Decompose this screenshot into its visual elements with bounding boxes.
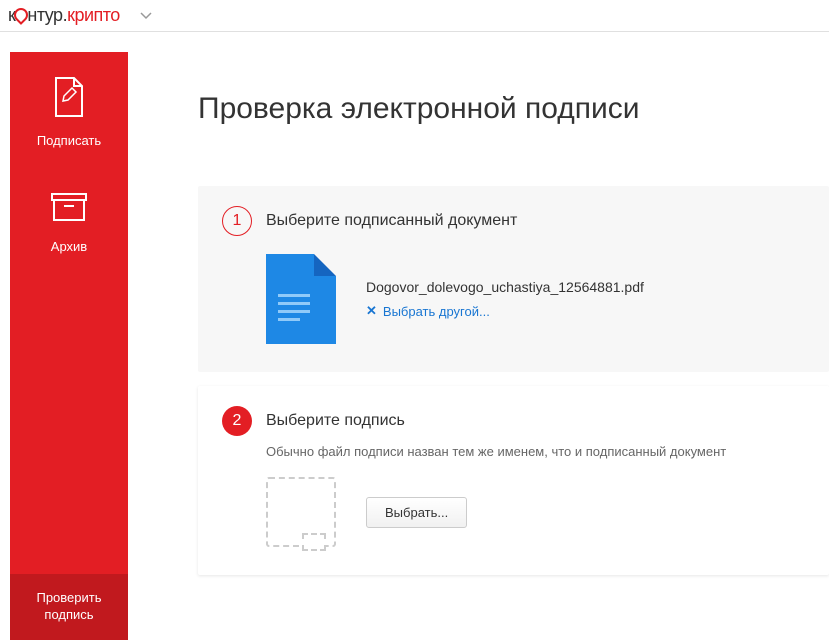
sidebar: Подписать Архив Проверить подпись (10, 52, 128, 640)
sidebar-spacer (10, 272, 128, 574)
sidebar-item-archive[interactable]: Архив (10, 166, 128, 272)
document-icon (266, 254, 336, 344)
step-1-number: 1 (222, 206, 252, 236)
main-content: Проверка электронной подписи 1 Выберите … (128, 52, 829, 640)
choose-another-label: Выбрать другой... (383, 304, 490, 319)
logo: кнтур.крипто (8, 5, 120, 26)
logo-text-3: крипто (67, 5, 120, 25)
sidebar-item-label: Архив (51, 239, 87, 256)
sidebar-item-verify[interactable]: Проверить подпись (10, 574, 128, 640)
step-1-card: 1 Выберите подписанный документ Dogovor_… (198, 186, 829, 372)
file-name: Dogovor_dolevogo_uchastiya_12564881.pdf (366, 279, 644, 295)
upload-inner-icon (302, 533, 326, 551)
page-title: Проверка электронной подписи (198, 92, 829, 126)
container: Подписать Архив Проверить подпись Провер… (0, 52, 829, 640)
sidebar-item-sign[interactable]: Подписать (10, 52, 128, 166)
upload-row: Выбрать... (266, 477, 805, 547)
archive-icon (50, 190, 88, 229)
step-2-header: 2 Выберите подпись (222, 406, 805, 436)
step-2-card: 2 Выберите подпись Обычно файл подписи н… (198, 386, 829, 575)
step-2-subtitle: Обычно файл подписи назван тем же именем… (266, 444, 805, 459)
step-2-title: Выберите подпись (266, 412, 405, 430)
header: кнтур.крипто (0, 0, 829, 32)
chevron-down-icon (140, 12, 152, 20)
sidebar-item-label: Проверить подпись (18, 590, 120, 624)
file-info: Dogovor_dolevogo_uchastiya_12564881.pdf … (366, 279, 644, 319)
choose-another-link[interactable]: ✕ Выбрать другой... (366, 303, 644, 319)
sidebar-item-label: Подписать (37, 133, 101, 150)
header-dropdown[interactable] (140, 7, 152, 25)
sign-icon (50, 76, 88, 123)
file-row: Dogovor_dolevogo_uchastiya_12564881.pdf … (266, 254, 805, 344)
document-lines-icon (278, 294, 310, 326)
step-1-header: 1 Выберите подписанный документ (222, 206, 805, 236)
choose-file-button[interactable]: Выбрать... (366, 497, 467, 528)
close-icon: ✕ (366, 303, 377, 319)
step-1-title: Выберите подписанный документ (266, 212, 517, 230)
step-2-number: 2 (222, 406, 252, 436)
upload-placeholder-icon[interactable] (266, 477, 336, 547)
logo-text-2: нтур. (27, 5, 67, 25)
